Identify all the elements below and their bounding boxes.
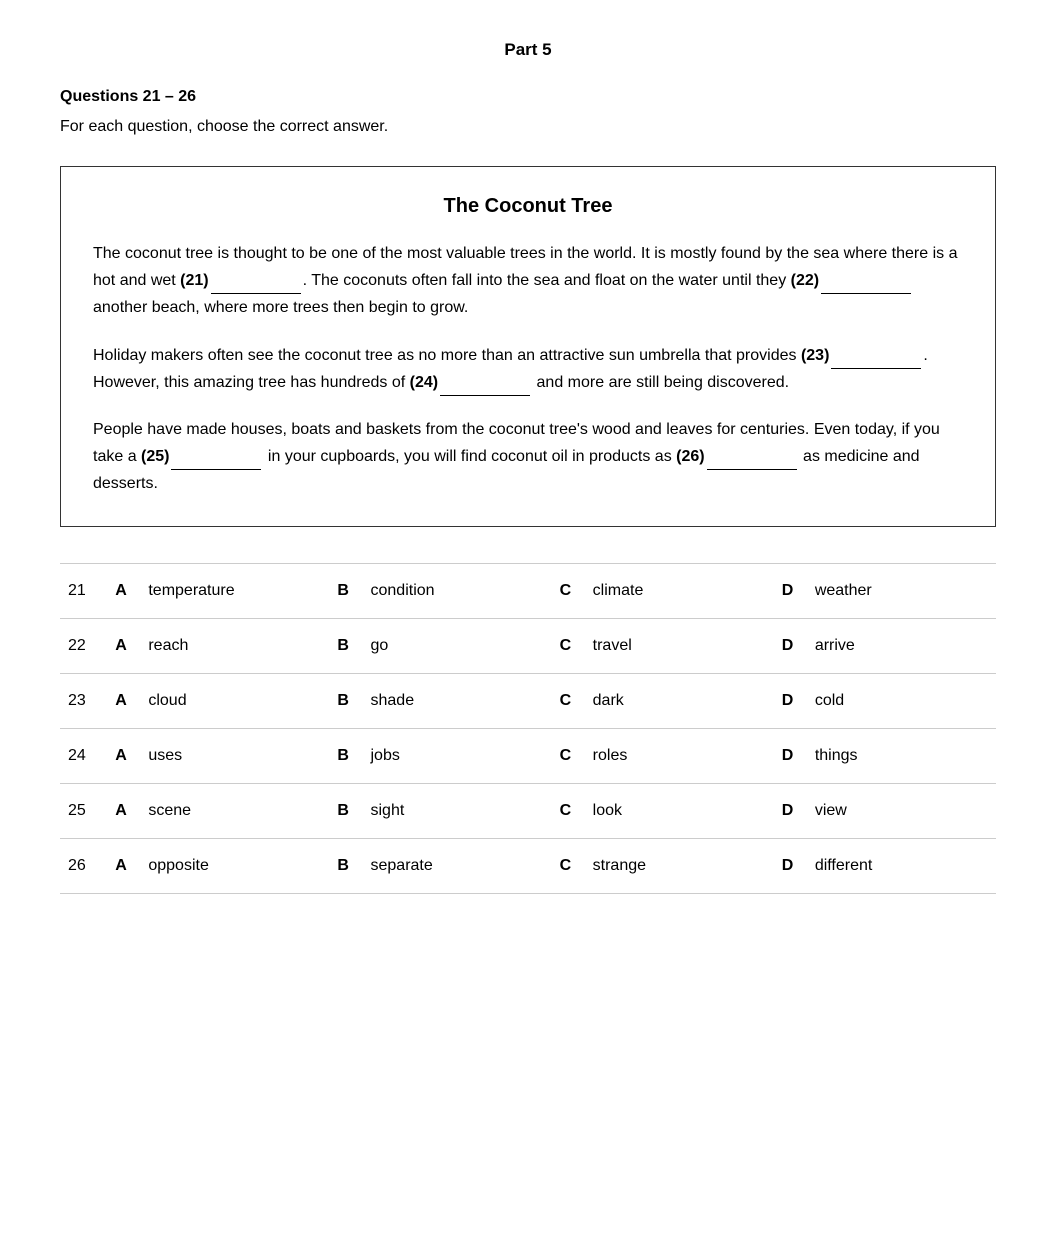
option-letter: C bbox=[552, 838, 585, 893]
option-letter: B bbox=[329, 783, 362, 838]
option-letter: B bbox=[329, 563, 362, 618]
option-text: separate bbox=[363, 838, 552, 893]
question-number: 24 bbox=[60, 728, 107, 783]
passage-title: The Coconut Tree bbox=[93, 195, 963, 218]
option-text: things bbox=[807, 728, 996, 783]
option-letter: D bbox=[774, 783, 807, 838]
option-letter: B bbox=[329, 673, 362, 728]
option-text: travel bbox=[585, 618, 774, 673]
blank-21: (21) bbox=[180, 272, 302, 289]
blank-24: (24) bbox=[410, 374, 532, 391]
option-letter: C bbox=[552, 618, 585, 673]
option-text: climate bbox=[585, 563, 774, 618]
question-number: 26 bbox=[60, 838, 107, 893]
option-letter: D bbox=[774, 673, 807, 728]
question-number: 25 bbox=[60, 783, 107, 838]
table-row: 21AtemperatureBconditionCclimateDweather bbox=[60, 563, 996, 618]
option-text: opposite bbox=[140, 838, 329, 893]
page-title: Part 5 bbox=[60, 40, 996, 60]
option-letter: A bbox=[107, 563, 140, 618]
question-number: 23 bbox=[60, 673, 107, 728]
blank-25: (25) bbox=[141, 448, 263, 465]
table-row: 26AoppositeBseparateCstrangeDdifferent bbox=[60, 838, 996, 893]
option-letter: D bbox=[774, 728, 807, 783]
option-text: weather bbox=[807, 563, 996, 618]
blank-22: (22) bbox=[791, 272, 913, 289]
option-text: jobs bbox=[363, 728, 552, 783]
option-letter: A bbox=[107, 728, 140, 783]
option-letter: A bbox=[107, 838, 140, 893]
answers-table: 21AtemperatureBconditionCclimateDweather… bbox=[60, 563, 996, 894]
option-text: cloud bbox=[140, 673, 329, 728]
passage-paragraph-1: The coconut tree is thought to be one of… bbox=[93, 240, 963, 322]
option-letter: B bbox=[329, 838, 362, 893]
option-text: cold bbox=[807, 673, 996, 728]
option-letter: A bbox=[107, 618, 140, 673]
instruction: For each question, choose the correct an… bbox=[60, 118, 996, 136]
option-text: shade bbox=[363, 673, 552, 728]
option-letter: C bbox=[552, 673, 585, 728]
option-letter: C bbox=[552, 783, 585, 838]
passage-paragraph-2: Holiday makers often see the coconut tre… bbox=[93, 342, 963, 396]
question-number: 21 bbox=[60, 563, 107, 618]
blank-26: (26) bbox=[676, 448, 798, 465]
table-row: 24AusesBjobsCrolesDthings bbox=[60, 728, 996, 783]
option-letter: D bbox=[774, 563, 807, 618]
option-text: dark bbox=[585, 673, 774, 728]
questions-label: Questions 21 – 26 bbox=[60, 88, 996, 106]
option-letter: D bbox=[774, 838, 807, 893]
table-row: 22AreachBgoCtravelDarrive bbox=[60, 618, 996, 673]
question-number: 22 bbox=[60, 618, 107, 673]
option-text: condition bbox=[363, 563, 552, 618]
option-text: reach bbox=[140, 618, 329, 673]
option-letter: B bbox=[329, 728, 362, 783]
table-row: 23AcloudBshadeCdarkDcold bbox=[60, 673, 996, 728]
option-text: sight bbox=[363, 783, 552, 838]
passage-paragraph-3: People have made houses, boats and baske… bbox=[93, 416, 963, 498]
option-text: view bbox=[807, 783, 996, 838]
option-letter: A bbox=[107, 673, 140, 728]
option-text: roles bbox=[585, 728, 774, 783]
blank-23: (23) bbox=[801, 347, 923, 364]
option-text: arrive bbox=[807, 618, 996, 673]
passage-box: The Coconut Tree The coconut tree is tho… bbox=[60, 166, 996, 527]
option-text: scene bbox=[140, 783, 329, 838]
option-letter: D bbox=[774, 618, 807, 673]
option-letter: A bbox=[107, 783, 140, 838]
option-text: strange bbox=[585, 838, 774, 893]
option-letter: C bbox=[552, 728, 585, 783]
option-letter: C bbox=[552, 563, 585, 618]
option-text: go bbox=[363, 618, 552, 673]
table-row: 25AsceneBsightClookDview bbox=[60, 783, 996, 838]
option-text: temperature bbox=[140, 563, 329, 618]
option-text: different bbox=[807, 838, 996, 893]
option-letter: B bbox=[329, 618, 362, 673]
option-text: uses bbox=[140, 728, 329, 783]
option-text: look bbox=[585, 783, 774, 838]
